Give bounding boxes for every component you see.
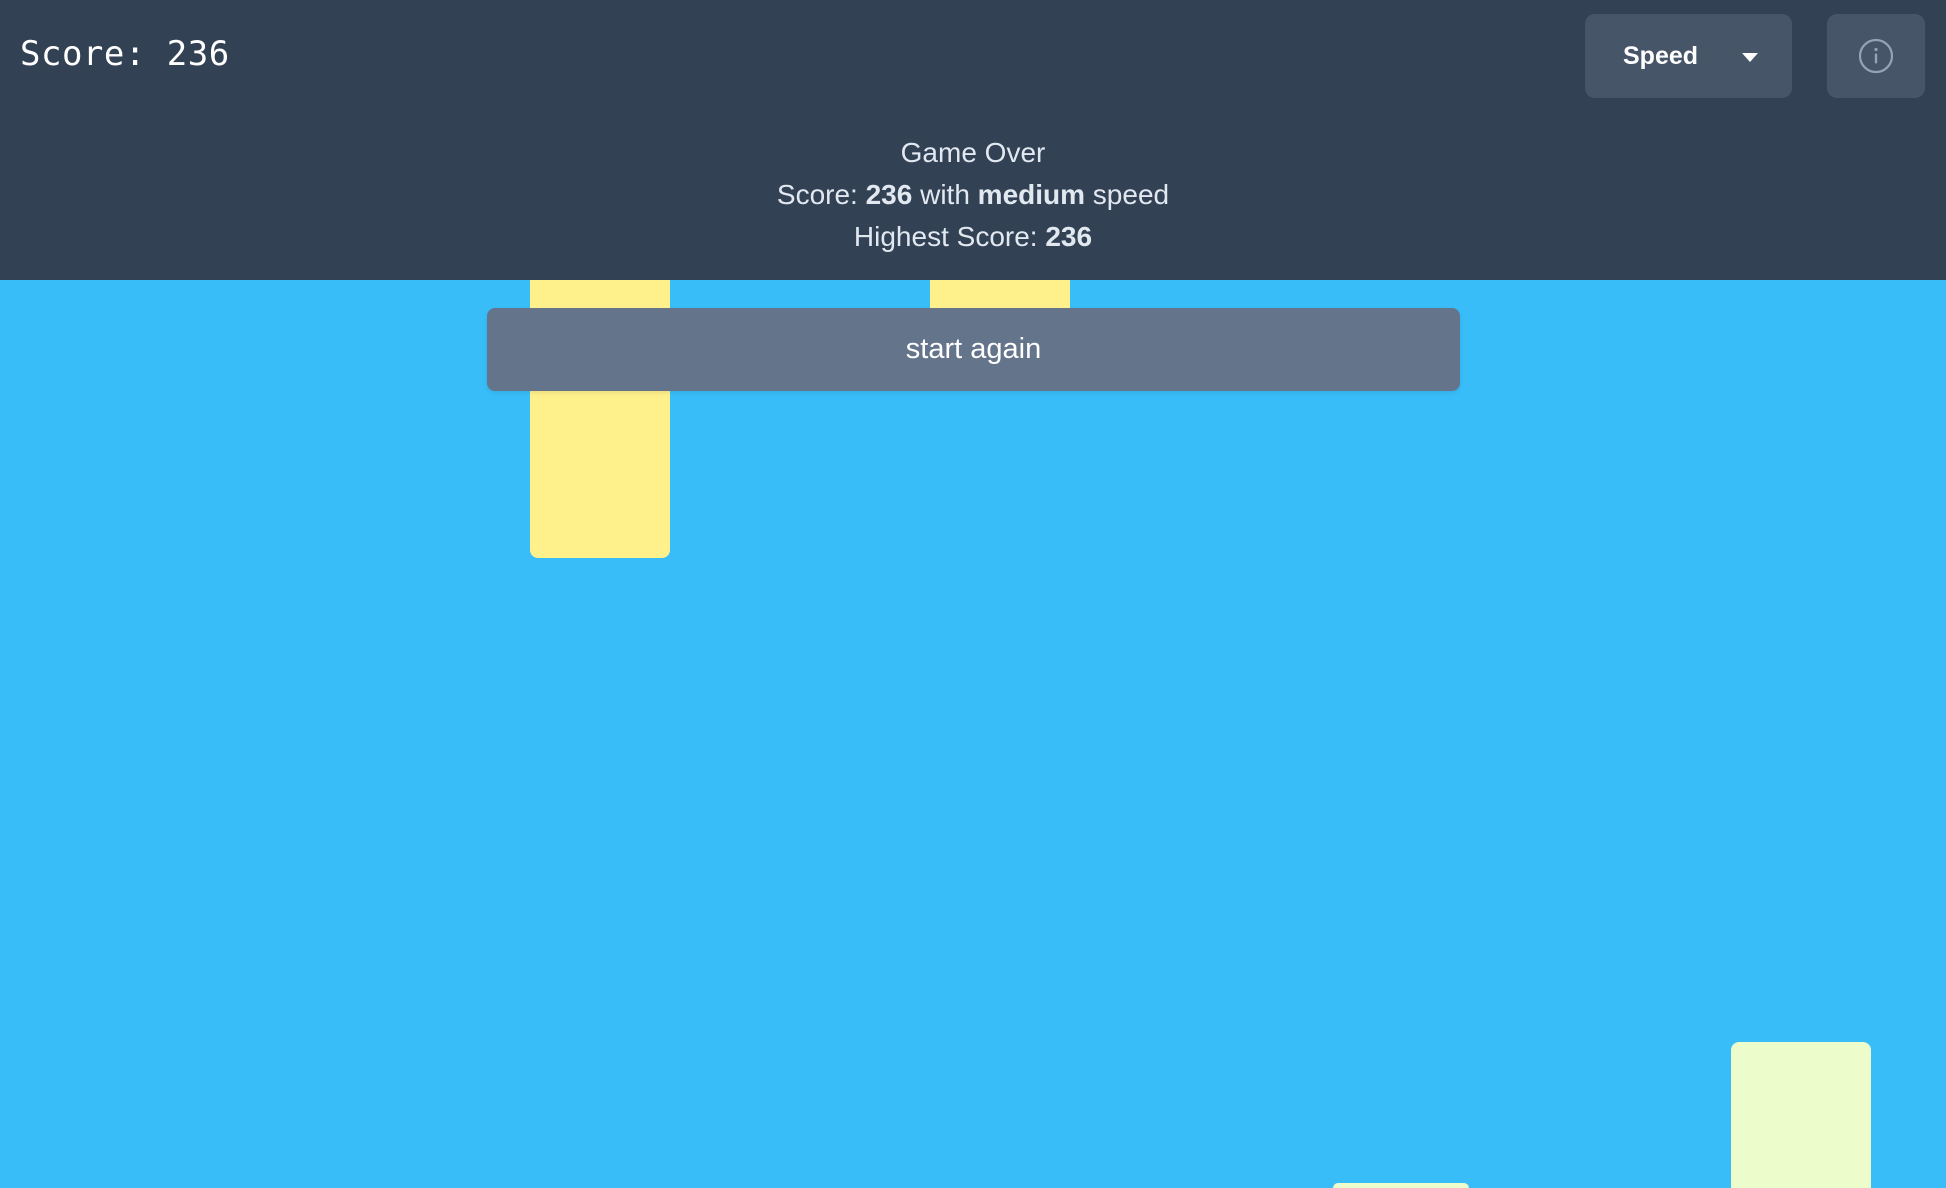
top-panel: Score: 236 Speed Game Over Score: 236 wi… [0,0,1946,280]
score-prefix: Score: [776,179,866,210]
game-over-summary: Game Over Score: 236 with medium speed H… [0,132,1946,258]
game-screen: Score: 236 Speed Game Over Score: 236 wi… [0,0,1946,1188]
game-over-title: Game Over [900,137,1046,168]
highest-prefix: Highest Score: [853,221,1046,252]
highest-score-value: 236 [1045,221,1093,252]
start-again-button[interactable]: start again [487,308,1460,391]
speed-label: Speed [1623,41,1699,70]
final-score-line: Score: 236 with medium speed [0,174,1946,216]
speed-dropdown-button[interactable]: Speed [1585,14,1792,98]
obstacle-bottom-2 [1333,1183,1469,1188]
score-display: Score: 236 [20,34,230,74]
caret-down-icon [1742,53,1758,62]
final-score-value: 236 [865,179,913,210]
score-suffix: speed [1085,179,1170,210]
info-button[interactable] [1827,14,1925,98]
info-circle-icon [1858,38,1894,74]
speed-value: medium [977,179,1086,210]
obstacle-bottom-1 [1731,1042,1871,1188]
highest-score-line: Highest Score: 236 [0,216,1946,258]
score-mid-text: with [912,179,978,210]
